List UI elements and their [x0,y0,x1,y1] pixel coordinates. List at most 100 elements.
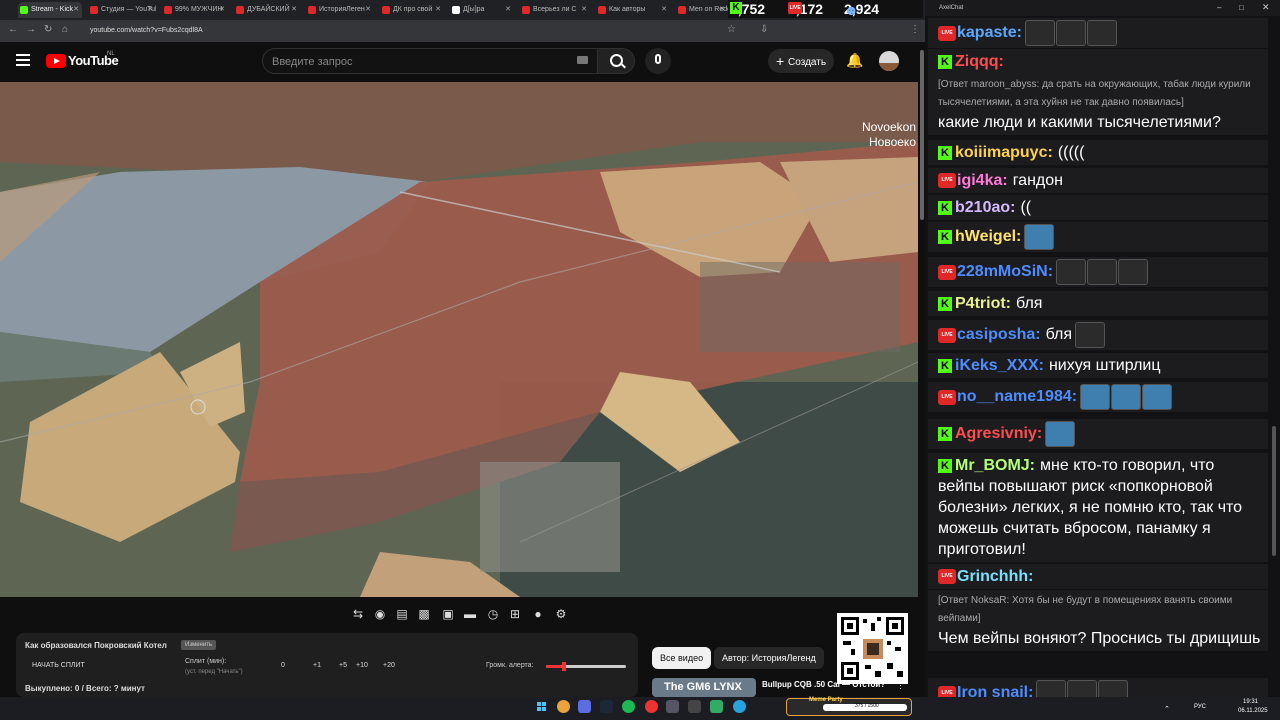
recommendation-thumbnail[interactable]: The GM6 LYNX [652,678,756,697]
close-icon[interactable]: ✕ [1262,2,1270,13]
tab-close-icon[interactable]: ✕ [581,2,587,18]
change-button[interactable]: Изменить [181,640,217,650]
start-split-button[interactable]: НАЧАТЬ СПЛИТ [32,662,85,669]
media-icon[interactable] [688,700,701,713]
page-scrollbar[interactable] [918,42,925,697]
chip-all-videos[interactable]: Все видео [652,647,712,669]
tab-close-icon[interactable]: ✕ [147,2,153,18]
chip-author[interactable]: Автор: ИсторияЛегенд [714,647,824,669]
audio-icon[interactable]: ◉ [372,606,388,622]
clock-date[interactable]: 06.11.2025 [1238,708,1268,714]
youtube-logo-icon[interactable] [46,54,66,68]
playlist-icon[interactable]: ▤ [394,606,410,622]
menu-icon[interactable] [16,54,30,66]
user-icon: ☻ [844,2,859,18]
download-icon[interactable]: ⇩ [760,24,768,35]
browser-tab[interactable]: ДК про свой ✕ [380,2,444,18]
alert-volume-slider[interactable] [546,662,626,671]
tab-close-icon[interactable]: ✕ [505,2,511,18]
emote-icon [1087,259,1118,285]
reload-icon[interactable]: ↻ [44,24,52,35]
browser-tab[interactable]: ДУБАЙСКИЙ ✕ [234,2,300,18]
chat-nickname[interactable]: kapaste: [957,24,1022,41]
chat-nickname[interactable]: Grinchhh: [957,568,1033,585]
tab-close-icon[interactable]: ✕ [719,2,725,18]
increment-20-button[interactable]: +20 [383,662,395,669]
discord-icon[interactable] [578,700,591,713]
speed-icon[interactable]: ◷ [485,606,501,622]
chat-nickname[interactable]: 228mMoSiN: [957,263,1053,280]
screenshot-icon[interactable]: ● [530,606,546,622]
settings-gear-icon[interactable]: ⚙ [553,606,569,622]
spotify-icon[interactable] [622,700,635,713]
tab-close-icon[interactable]: ✕ [219,2,225,18]
browser-tab[interactable]: Stream - Kick ✕ [18,2,82,18]
browser-tab[interactable]: Д[ы]ра ✕ [450,2,514,18]
chat-nickname[interactable]: Agresivniy: [955,425,1042,442]
keyboard-icon[interactable] [577,56,588,64]
maximize-icon[interactable]: □ [1239,3,1244,12]
increment-5-button[interactable]: +5 [339,662,347,669]
browser-tab[interactable]: Всерьез ли С ✕ [520,2,590,18]
tab-close-icon[interactable]: ✕ [73,2,79,18]
browser-tab[interactable]: Студия — YouTube✕ [88,2,156,18]
meme-party-widget[interactable]: Meme Party 375 / 1500 [786,697,912,716]
increment-10-button[interactable]: +10 [356,662,368,669]
increment-1-button[interactable]: +1 [313,662,321,669]
search-input[interactable]: Введите запрос [262,48,598,74]
chat-nickname[interactable]: no__name1984: [957,388,1077,405]
browser-tab[interactable]: Men on Reddit✕ [676,2,728,18]
url-field[interactable]: youtube.com/watch?v=Fubs2cqdl8A [90,24,710,38]
miniplayer-icon[interactable]: ▣ [440,606,456,622]
split-value[interactable]: 0 [281,662,285,669]
steam-icon[interactable] [600,700,613,713]
youtube-live-badge-icon: LIVE [938,389,956,405]
tray-chevron-icon[interactable]: ⌃ [1164,705,1170,713]
tab-favicon-icon [678,6,686,14]
chat-nickname[interactable]: P4triot: [955,295,1011,312]
chrome-icon[interactable] [557,700,570,713]
chat-nickname[interactable]: koiiimapuyc: [955,144,1053,161]
browser-tab[interactable]: 99% МУЖЧИН ✕ [162,2,228,18]
browser-tab[interactable]: Как авторы ✕ [596,2,670,18]
tab-close-icon[interactable]: ✕ [435,2,441,18]
app-icon[interactable] [666,700,679,713]
browser-tab[interactable]: ИсторияЛеген ✕ [306,2,374,18]
tab-close-icon[interactable]: ✕ [661,2,667,18]
chat-nickname[interactable]: Mr_BOMJ: [955,457,1035,474]
message-text: ((((( [1057,144,1085,161]
forward-icon[interactable]: → [26,24,36,35]
notifications-bell-icon[interactable]: 🔔 [846,52,863,69]
video-player[interactable]: Novoekon Новоеко [0,82,918,597]
chat-nickname[interactable]: b210ao: [955,199,1015,216]
chat-nickname[interactable]: igi4ka: [957,172,1008,189]
loop-icon[interactable]: ⇆ [350,606,366,622]
add-icon[interactable]: ⊞ [507,606,523,622]
windows-start-icon[interactable] [537,702,547,712]
create-button[interactable]: + Создать [768,49,834,73]
clapper-icon[interactable]: ▩ [416,606,432,622]
browser-menu-icon[interactable]: ⋮ [910,24,920,35]
chat-nickname[interactable]: iKeks_XXX: [955,357,1044,374]
chat-nickname[interactable]: Iron snail: [957,684,1033,697]
tab-close-icon[interactable]: ✕ [365,2,371,18]
chat-nickname[interactable]: Ziqqq: [955,53,1004,70]
home-icon[interactable]: ⌂ [62,24,68,35]
chat-scrollbar[interactable] [1270,16,1278,697]
telegram-icon[interactable] [733,700,746,713]
bookmark-star-icon[interactable]: ☆ [727,24,736,35]
chat-nickname[interactable]: casiposha: [957,326,1041,343]
files-icon[interactable] [710,700,723,713]
minimize-icon[interactable]: – [1217,3,1221,12]
split-hint: (уст. перед "Начать") [185,669,243,675]
obs-icon[interactable] [645,700,658,713]
account-avatar[interactable] [879,51,899,71]
search-button[interactable] [597,48,635,74]
tab-close-icon[interactable]: ✕ [291,2,297,18]
chat-nickname[interactable]: hWeigel: [955,228,1021,245]
voice-search-button[interactable] [645,48,671,74]
cinema-icon[interactable]: ▬ [462,606,478,622]
language-indicator[interactable]: РУС [1194,704,1206,710]
back-icon[interactable]: ← [8,24,18,35]
clock-time[interactable]: 19:31 [1243,699,1258,705]
